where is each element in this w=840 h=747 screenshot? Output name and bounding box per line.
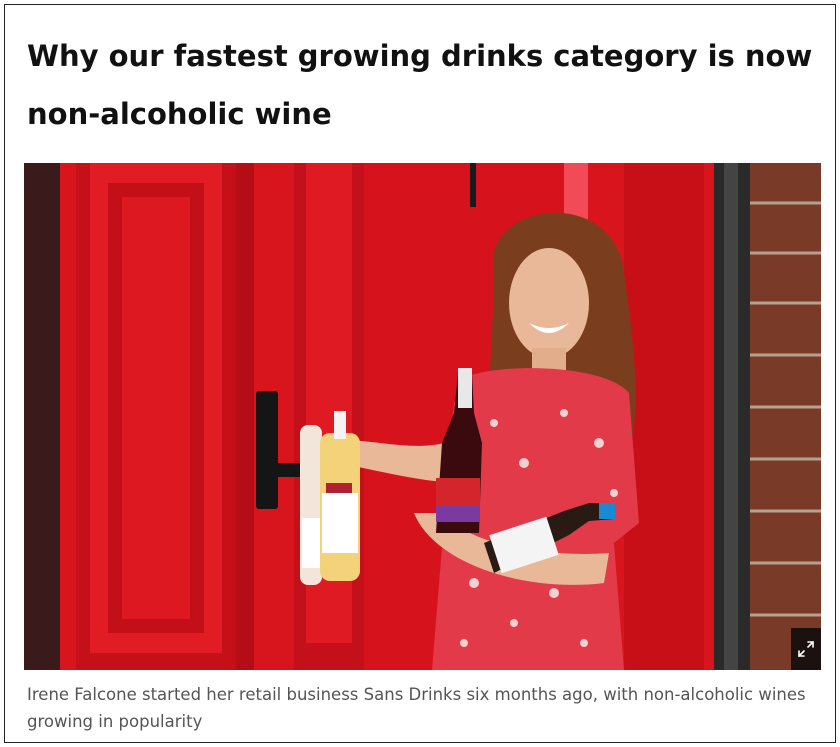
photo-caption: Irene Falcone started her retail busines… (27, 685, 806, 731)
article-card: Why our fastest growing drinks category … (4, 4, 836, 743)
photo-illustration (24, 163, 821, 670)
article-photo[interactable] (24, 163, 821, 670)
article-headline: Why our fastest growing drinks category … (27, 39, 813, 131)
expand-photo-button[interactable] (791, 628, 821, 670)
expand-icon (798, 641, 814, 657)
